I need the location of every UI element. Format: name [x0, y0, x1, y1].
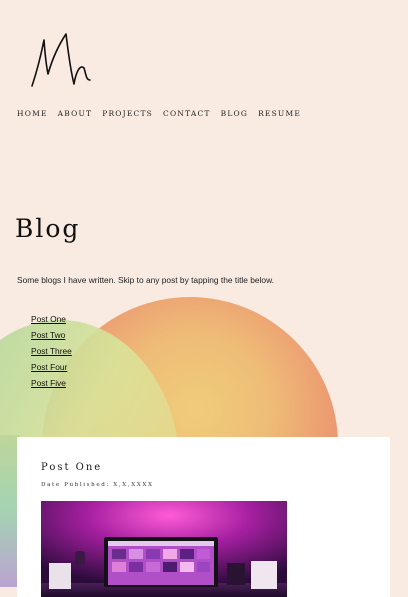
- post-two-link[interactable]: Post Two: [31, 330, 65, 340]
- post-card: Post One Date Published: X,X,XXXX: [17, 437, 390, 597]
- list-item: Post Two: [31, 325, 72, 341]
- nav-projects-link[interactable]: PROJECTS: [102, 109, 153, 118]
- signature-logo[interactable]: [26, 28, 98, 92]
- post-title: Post One: [41, 462, 103, 473]
- main-nav: HOME ABOUT PROJECTS CONTACT BLOG RESUME: [17, 109, 311, 118]
- list-item: Post One: [31, 309, 72, 325]
- post-four-link[interactable]: Post Four: [31, 362, 67, 372]
- post-three-link[interactable]: Post Three: [31, 346, 72, 356]
- post-date: Date Published: X,X,XXXX: [41, 482, 154, 488]
- nav-home-link[interactable]: HOME: [17, 109, 48, 118]
- list-item: Post Four: [31, 357, 72, 373]
- post-image: [41, 501, 287, 597]
- list-item: Post Five: [31, 373, 72, 389]
- nav-blog-link[interactable]: BLOG: [221, 109, 248, 118]
- page-title: Blog: [15, 214, 81, 243]
- post-one-link[interactable]: Post One: [31, 314, 66, 324]
- nav-resume-link[interactable]: RESUME: [258, 109, 301, 118]
- nav-contact-link[interactable]: CONTACT: [163, 109, 211, 118]
- blog-intro-text: Some blogs I have written. Skip to any p…: [17, 275, 274, 285]
- post-link-list: Post One Post Two Post Three Post Four P…: [31, 309, 72, 389]
- list-item: Post Three: [31, 341, 72, 357]
- nav-about-link[interactable]: ABOUT: [58, 109, 93, 118]
- post-five-link[interactable]: Post Five: [31, 378, 66, 388]
